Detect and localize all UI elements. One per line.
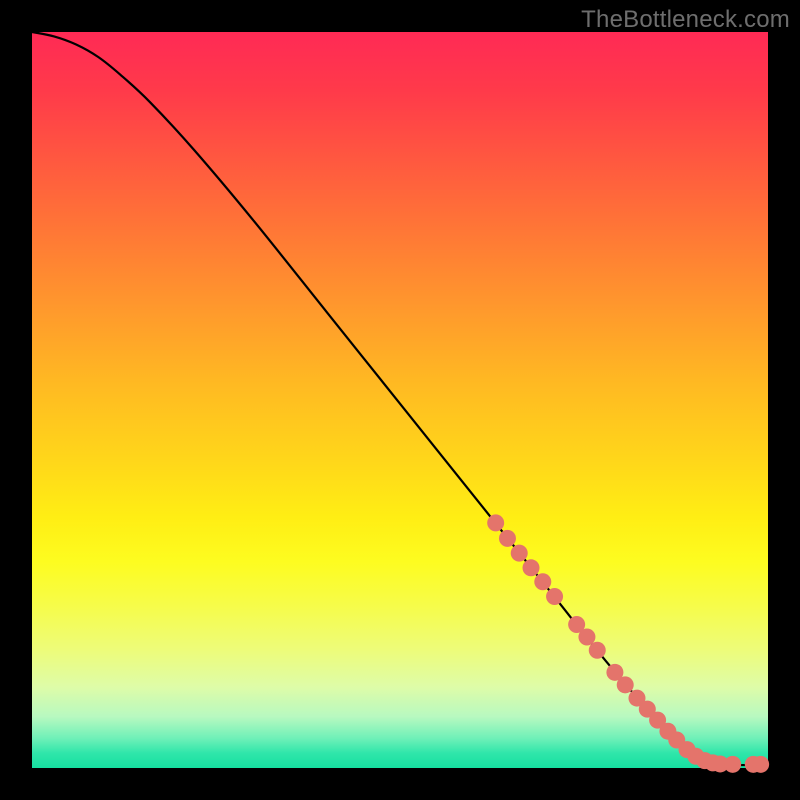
highlight-marker — [511, 545, 528, 562]
highlight-marker — [578, 628, 595, 645]
highlight-marker — [752, 756, 769, 773]
highlight-marker — [534, 573, 551, 590]
highlight-markers — [487, 514, 769, 772]
highlight-marker — [487, 514, 504, 531]
watermark-text: TheBottleneck.com — [581, 6, 790, 34]
highlight-marker — [724, 756, 741, 773]
highlight-marker — [589, 642, 606, 659]
bottleneck-curve — [32, 32, 768, 765]
chart-svg — [32, 32, 768, 768]
highlight-marker — [617, 676, 634, 693]
highlight-marker — [523, 559, 540, 576]
chart-frame: TheBottleneck.com — [0, 0, 800, 800]
highlight-marker — [499, 530, 516, 547]
highlight-marker — [546, 588, 563, 605]
